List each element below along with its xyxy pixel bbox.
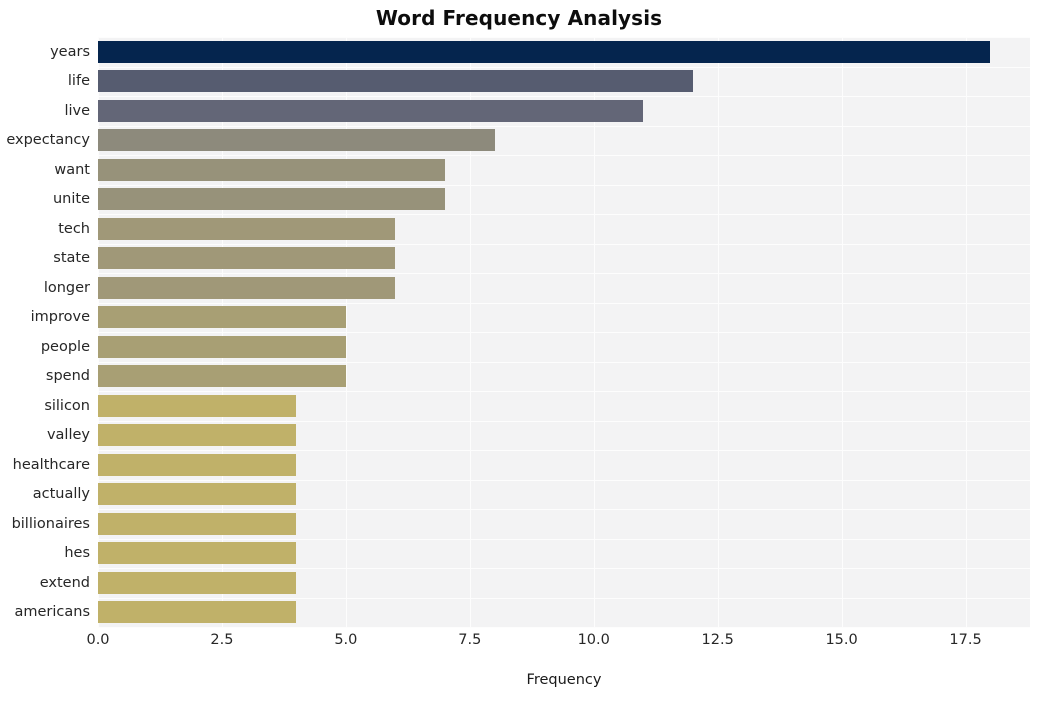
y-axis-tick-label: healthcare [12, 456, 90, 473]
y-axis-tick-label: expectancy [6, 132, 90, 149]
y-axis-tick-label: spend [45, 368, 90, 385]
y-axis-tick-label: state [53, 250, 90, 267]
bar[interactable] [98, 335, 346, 358]
y-axis-tick-label: life [67, 73, 90, 90]
bar[interactable] [98, 483, 297, 506]
bar[interactable] [98, 70, 693, 93]
x-axis-label: Frequency [526, 672, 602, 688]
bar[interactable] [98, 217, 396, 240]
y-axis-tick-label: people [40, 338, 90, 355]
x-axis-tick-label: 15.0 [825, 632, 858, 648]
x-axis-tick-label: 12.5 [701, 632, 734, 648]
bar[interactable] [98, 247, 396, 270]
y-axis-tick-label: billionaires [11, 515, 90, 532]
x-axis-tick-label: 5.0 [334, 632, 358, 648]
y-axis-tick-labels: years life live expectancy want unite tech stat… [0, 37, 90, 627]
bar[interactable] [98, 40, 991, 63]
y-axis-tick-label: extend [39, 574, 90, 591]
y-axis-tick-label: longer [43, 279, 90, 296]
y-axis-tick-label: americans [14, 604, 90, 621]
bar[interactable] [98, 601, 297, 624]
y-axis-tick-label: actually [32, 486, 90, 503]
bar[interactable] [98, 453, 297, 476]
bar[interactable] [98, 424, 297, 447]
y-axis-tick-label: silicon [44, 397, 90, 414]
y-axis-tick-label: years [50, 43, 90, 60]
y-axis-tick-label: valley [46, 427, 90, 444]
bar[interactable] [98, 99, 644, 122]
y-axis-tick-label: hes [64, 545, 90, 562]
bar[interactable] [98, 276, 396, 299]
y-axis-tick-label: improve [30, 309, 90, 326]
y-axis-tick-label: live [64, 102, 90, 119]
page-title: Word Frequency Analysis [375, 6, 663, 30]
bar[interactable] [98, 571, 297, 594]
y-axis-tick-label: tech [58, 220, 90, 237]
chart-figure: Word Frequency Analysis years life live exp… [0, 0, 1038, 701]
x-axis-tick-label: 10.0 [577, 632, 610, 648]
y-axis-tick-label: unite [52, 191, 90, 208]
plot-area [98, 37, 1030, 629]
x-axis-tick-label: 7.5 [458, 632, 482, 648]
gridline-horizontal [98, 627, 1030, 629]
bar-series [98, 37, 1030, 627]
x-axis-tick-label: 0.0 [86, 632, 110, 648]
bar[interactable] [98, 306, 346, 329]
bar[interactable] [98, 394, 297, 417]
y-axis-tick-label: want [54, 161, 90, 178]
bar[interactable] [98, 188, 446, 211]
x-axis-tick-label: 17.5 [949, 632, 982, 648]
bar[interactable] [98, 512, 297, 535]
x-axis-tick-label: 2.5 [210, 632, 234, 648]
x-axis-tick-labels: 0.0 2.5 5.0 7.5 10.0 12.5 15.0 17.5 [0, 632, 1038, 656]
bar[interactable] [98, 129, 495, 152]
bar[interactable] [98, 365, 346, 388]
bar[interactable] [98, 542, 297, 565]
bar[interactable] [98, 158, 446, 181]
